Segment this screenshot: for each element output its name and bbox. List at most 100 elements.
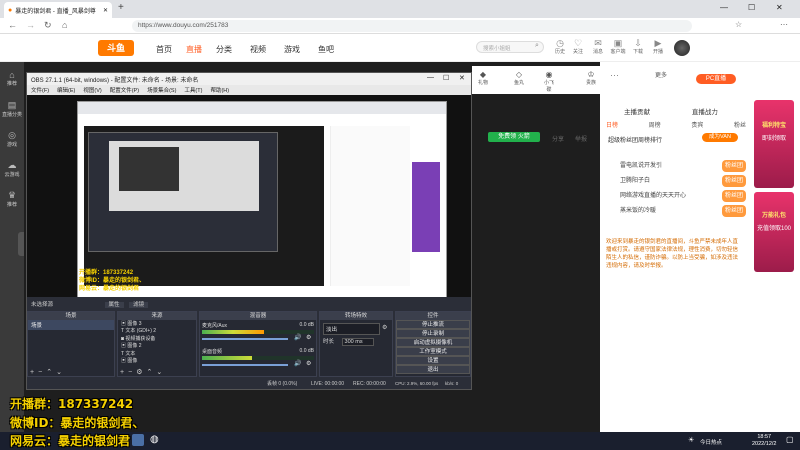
minimize-icon[interactable]: — [720, 3, 728, 12]
settings-button[interactable]: 设置 [396, 356, 470, 365]
hot-news[interactable]: 今日热点 [700, 438, 722, 446]
gear-icon[interactable]: ⚙ [306, 360, 311, 367]
follow-button[interactable]: ♡ 关注 [570, 38, 586, 55]
extensions-icon[interactable]: ☆ [735, 20, 742, 29]
clock[interactable]: 18:57 2022/12/2 [752, 434, 776, 448]
taskbar-app-icon[interactable] [132, 434, 144, 446]
client-button[interactable]: ▣ 客户端 [610, 38, 626, 55]
room-bar-item-noble[interactable]: ♔ 贵族 [584, 70, 598, 86]
scene-item[interactable]: 场景 [28, 320, 114, 330]
sidebar-item-rank[interactable]: ♛ 推荐 [0, 190, 24, 208]
down-icon[interactable]: ⌄ [56, 369, 66, 376]
obs-maximize-icon[interactable]: ☐ [443, 74, 449, 82]
url-input[interactable]: https://www.douyu.com/251783 [132, 20, 692, 32]
back-icon[interactable]: ← [8, 20, 17, 30]
virtual-camera-button[interactable]: 启动虚拟摄像机 [396, 338, 470, 347]
menu-edit[interactable]: 编辑(E) [57, 86, 75, 94]
menu-tools[interactable]: 工具(T) [184, 86, 202, 94]
list-item[interactable]: 蒸米饭的冷暖 粉丝团 [606, 205, 746, 217]
tab-vip[interactable]: 贵宾 [691, 120, 703, 130]
nav-game[interactable]: 游戏 [284, 44, 300, 55]
sidebar-item-cloud[interactable]: ☁ 云游戏 [0, 160, 24, 178]
down-icon[interactable]: ⌄ [156, 369, 166, 376]
exit-button[interactable]: 退出 [396, 365, 470, 374]
site-logo[interactable]: 斗鱼 [98, 40, 134, 56]
volume-slider-desktop[interactable] [202, 364, 288, 366]
nav-category[interactable]: 分类 [216, 44, 232, 55]
volume-slider-mic[interactable] [202, 338, 288, 340]
list-item[interactable]: 网络游戏直播的天天开心 粉丝团 [606, 190, 746, 202]
gear-icon[interactable]: ⚙ [306, 334, 311, 341]
menu-file[interactable]: 文件(F) [31, 86, 49, 94]
room-bar-item-ufo[interactable]: ◉ 小飞碟 [542, 70, 556, 93]
ad-card-2[interactable]: 万能礼包 充值领取100 [754, 192, 794, 272]
menu-profile[interactable]: 配置文件(P) [110, 86, 139, 94]
open-live-button[interactable]: ▶ 开播 [650, 38, 666, 55]
history-button[interactable]: ◷ 历史 [552, 38, 568, 55]
obs-preview[interactable]: 开播群：187337242 微博ID：暴走的银剑君、 网易云：暴走的银剑君 [27, 95, 471, 305]
free-gift-button[interactable]: 免费领 火箭 [488, 132, 540, 142]
stop-stream-button[interactable]: 停止推流 [396, 320, 470, 329]
gear-icon[interactable]: ⚙ [382, 324, 387, 331]
tab-daily[interactable]: 日榜 [606, 120, 618, 130]
obs-minimize-icon[interactable]: — [427, 74, 434, 81]
home-icon[interactable]: ⌂ [62, 20, 67, 30]
tab-fans[interactable]: 粉丝 [734, 120, 746, 130]
new-tab-button[interactable]: + [118, 2, 124, 13]
up-icon[interactable]: ⌃ [146, 369, 156, 376]
filters-button[interactable]: 滤镜 [129, 302, 149, 308]
speaker-icon[interactable]: 🔊 [294, 360, 301, 367]
message-button[interactable]: ✉ 消息 [590, 38, 606, 55]
nav-live[interactable]: 直播 [186, 44, 202, 55]
pc-live-button[interactable]: PC直播 [696, 74, 736, 84]
close-window-icon[interactable]: ✕ [776, 3, 783, 12]
transition-select[interactable]: 淡出 [323, 323, 380, 335]
nav-video[interactable]: 视频 [250, 44, 266, 55]
menu-view[interactable]: 视图(V) [83, 86, 101, 94]
room-bar-item-fishball[interactable]: ◇ 鱼丸 [512, 70, 526, 86]
list-item[interactable]: T 文本 (GDI+) 2 [121, 328, 193, 335]
forward-icon[interactable]: → [26, 20, 35, 30]
add-icon[interactable]: + [30, 369, 38, 376]
sidebar-item-category[interactable]: ▤ 直播分类 [0, 100, 24, 118]
stop-recording-button[interactable]: 停止录制 [396, 329, 470, 338]
ad-card-1[interactable]: 福利特宝 即刻领取 [754, 100, 794, 188]
properties-button[interactable]: 属性 [104, 302, 124, 308]
sidebar-item-recommend[interactable]: ⌂ 推荐 [0, 70, 24, 87]
remove-icon[interactable]: − [38, 369, 46, 376]
obs-close-icon[interactable]: ✕ [459, 74, 465, 82]
more-icon[interactable]: ⋯ [610, 70, 619, 81]
download-button[interactable]: ⇩ 下载 [630, 38, 646, 55]
list-item[interactable]: T 文本 [121, 351, 193, 358]
reload-icon[interactable]: ↻ [44, 20, 52, 31]
add-icon[interactable]: + [120, 369, 128, 376]
studio-mode-button[interactable]: 工作室模式 [396, 347, 470, 356]
obs-taskbar-icon[interactable]: ◍ [150, 434, 159, 445]
share-button[interactable]: 分享 [552, 134, 564, 143]
list-item[interactable]: ▣ 图像 2 [121, 343, 193, 350]
up-icon[interactable]: ⌃ [46, 369, 56, 376]
duration-input[interactable]: 300 ms [341, 338, 374, 346]
remove-icon[interactable]: − [128, 369, 136, 376]
close-tab-icon[interactable]: ✕ [103, 7, 108, 14]
room-bar-item-gift[interactable]: ◆ 礼物 [476, 70, 490, 86]
become-van-button[interactable]: 成为VAN [702, 133, 738, 142]
tab-weekly[interactable]: 周榜 [649, 120, 661, 130]
gear-icon[interactable]: ⚙ [136, 369, 146, 376]
avatar[interactable] [674, 40, 690, 56]
search-icon[interactable]: ⌕ [535, 42, 539, 50]
report-button[interactable]: 举报 [575, 134, 587, 143]
sidebar-item-game[interactable]: ◎ 游戏 [0, 130, 24, 148]
search-input[interactable]: 搜索小姐姐 [476, 41, 544, 53]
list-item[interactable]: 雷电凯说开发引 粉丝团 [606, 160, 746, 172]
menu-icon[interactable]: ⋯ [780, 20, 788, 29]
nav-fishbar[interactable]: 鱼吧 [318, 44, 334, 55]
nav-home[interactable]: 首页 [156, 44, 172, 55]
browser-tab[interactable]: ● 暴走的银剑君 - 直播_风暴剑尊 ✕ [4, 2, 112, 18]
notification-icon[interactable]: ▢ [786, 435, 794, 444]
menu-scene-collection[interactable]: 场景集合(S) [147, 86, 176, 94]
weather-icon[interactable]: ☀ [688, 436, 694, 444]
list-item[interactable]: ▣ 图像 [121, 358, 193, 365]
list-item[interactable]: 卫腾阳子白 粉丝团 [606, 175, 746, 187]
speaker-icon[interactable]: 🔊 [294, 334, 301, 341]
